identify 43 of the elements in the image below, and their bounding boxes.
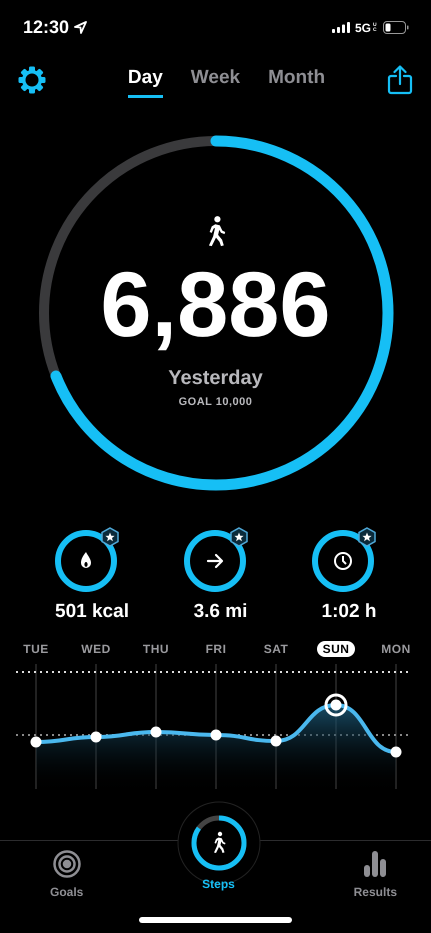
day-label[interactable]: THU	[136, 641, 176, 657]
day-label[interactable]: TUE	[17, 641, 55, 657]
goal-label: GOAL 10,000	[178, 396, 252, 408]
star-badge-icon	[101, 527, 119, 547]
day-label[interactable]: SUN	[316, 641, 356, 657]
clock-icon	[334, 552, 352, 570]
data-point	[270, 736, 282, 746]
steps-tab[interactable]: Steps	[176, 801, 260, 891]
battery-icon	[383, 21, 409, 34]
location-arrow-icon	[74, 21, 88, 34]
stat-value: 3.6 mi	[194, 601, 248, 623]
stat-value: 501 kcal	[55, 601, 129, 623]
step-count: 6,886	[100, 259, 331, 351]
settings-icon[interactable]	[18, 66, 46, 94]
status-time: 12:30	[23, 17, 70, 38]
star-badge-icon	[358, 527, 376, 547]
day-label[interactable]: WED	[75, 641, 117, 657]
day-label: Yesterday	[168, 367, 263, 390]
data-point	[390, 746, 402, 758]
results-tab[interactable]: Results	[354, 841, 397, 901]
signal-icon	[332, 22, 350, 33]
data-point	[90, 732, 102, 742]
selected-point-ring	[324, 694, 348, 716]
day-label[interactable]: MON	[375, 641, 417, 657]
data-point	[210, 730, 222, 740]
arrow-icon	[206, 554, 223, 568]
walker-icon	[214, 832, 225, 853]
period-tab[interactable]: Week	[190, 62, 240, 98]
data-point	[30, 736, 42, 748]
day-label[interactable]: FRI	[200, 641, 232, 657]
period-tab[interactable]: Month	[268, 62, 326, 98]
network-label: 5G	[354, 20, 371, 34]
data-point	[150, 726, 162, 738]
star-badge-icon	[230, 527, 248, 547]
day-label[interactable]: SAT	[258, 641, 294, 657]
goals-tab[interactable]: Goals	[50, 841, 84, 901]
target-icon	[52, 849, 82, 879]
flame-icon	[81, 552, 91, 568]
period-tab[interactable]: Day	[128, 62, 163, 98]
stat-value: 1:02 h	[322, 601, 376, 623]
data-point	[330, 700, 342, 710]
bar-chart-icon	[363, 849, 388, 879]
share-icon[interactable]	[386, 65, 413, 95]
